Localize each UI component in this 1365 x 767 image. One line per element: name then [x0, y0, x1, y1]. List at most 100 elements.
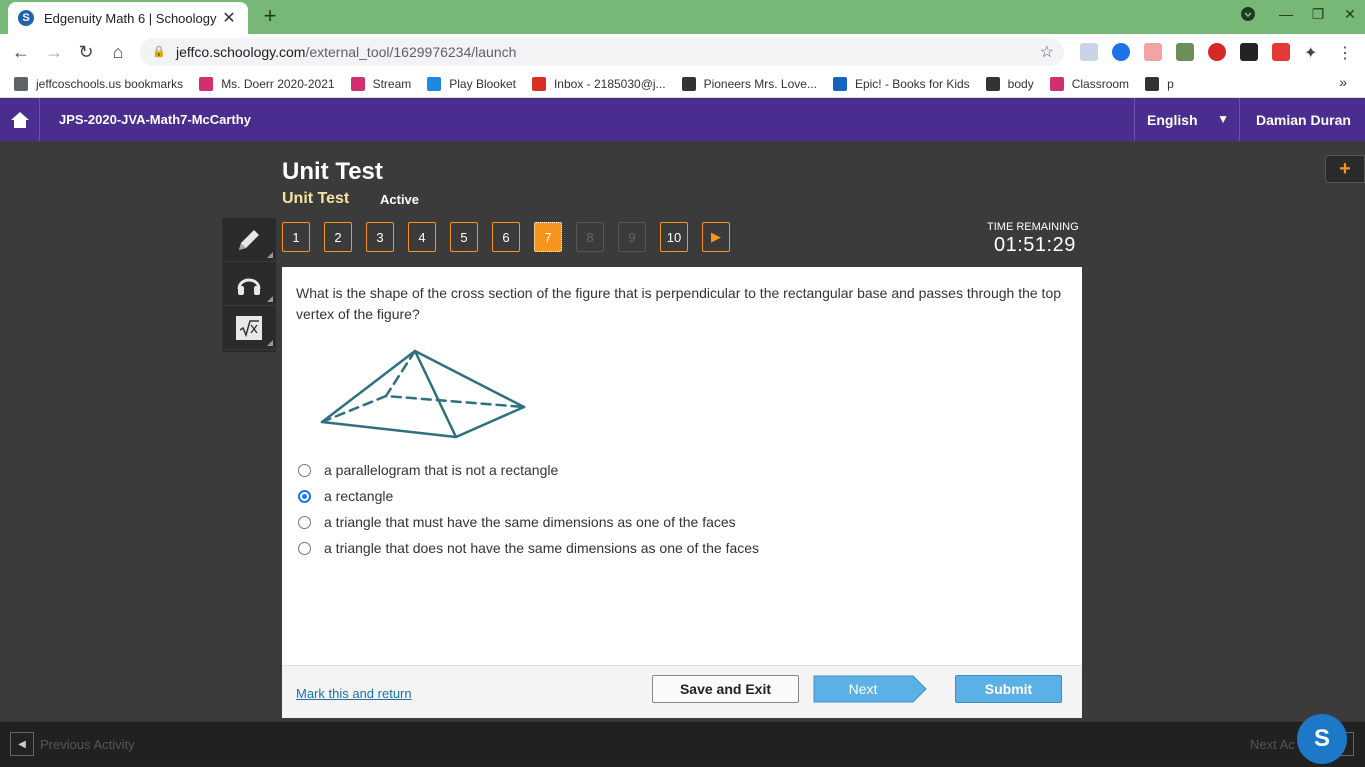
extension-reader-icon[interactable] [1080, 43, 1098, 61]
bookmark-star-icon[interactable]: ☆ [1040, 42, 1054, 62]
question-4-button[interactable]: 4 [408, 222, 436, 252]
bookmark-item[interactable]: body [985, 76, 1034, 91]
question-1-button[interactable]: 1 [282, 222, 310, 252]
close-tab-icon[interactable]: ✕ [220, 8, 238, 28]
bookmark-label: Inbox - 2185030@j... [553, 76, 666, 91]
question-10-button[interactable]: 10 [660, 222, 688, 252]
back-icon[interactable]: ← [9, 40, 33, 64]
answer-choice[interactable]: a triangle that does not have the same d… [298, 535, 759, 561]
tab-search-icon[interactable] [1238, 6, 1258, 25]
mark-and-return-link[interactable]: Mark this and return [296, 686, 412, 701]
tool-expand-corner-icon [267, 252, 273, 258]
bookmark-item[interactable]: Epic! - Books for Kids [832, 76, 970, 91]
question-5-button[interactable]: 5 [450, 222, 478, 252]
bookmark-label: Classroom [1071, 76, 1130, 91]
bookmark-item[interactable]: p [1145, 76, 1174, 91]
extensions-puzzle-icon[interactable]: ✦ [1304, 43, 1322, 62]
language-selector[interactable]: English ▼ [1134, 98, 1240, 141]
bookmark-label: body [1007, 76, 1034, 91]
extension-record-icon[interactable] [1144, 43, 1162, 61]
answer-choice[interactable]: a rectangle [298, 483, 759, 509]
bookmark-item[interactable]: Classroom [1049, 76, 1130, 91]
bookmark-item[interactable]: Play Blooket [427, 76, 516, 91]
minimize-icon[interactable]: — [1276, 6, 1296, 22]
radio-button[interactable] [298, 489, 311, 503]
bookmark-favicon-icon [531, 76, 546, 91]
schoology-badge-icon[interactable]: S [1297, 714, 1347, 764]
close-window-icon[interactable]: ✕ [1340, 6, 1360, 23]
bookmark-favicon-icon [985, 76, 1000, 91]
page-title: Unit Test [282, 158, 383, 185]
time-remaining-label: TIME REMAINING [987, 221, 1079, 233]
question-navigator: 1 2 3 4 5 6 7 8 9 10 ▶ [282, 222, 744, 252]
new-tab-button[interactable]: + [258, 4, 282, 28]
activity-navigation-bar: ◀ Previous Activity Next Ac ▶ [0, 721, 1365, 767]
bookmark-item[interactable]: Pioneers Mrs. Love... [681, 76, 817, 91]
bookmark-label: Stream [372, 76, 412, 91]
bookmark-item[interactable]: Ms. Doerr 2020-2021 [199, 76, 335, 91]
radio-button[interactable] [298, 463, 311, 477]
save-and-exit-button[interactable]: Save and Exit [652, 675, 799, 703]
previous-activity-button[interactable]: ◀ [10, 732, 34, 756]
timer: 01:51:29 [994, 234, 1076, 256]
main-area: Unit Test Unit Test Active + 1 2 3 4 5 6 7 8 9 10… [0, 141, 1365, 721]
question-7-button[interactable]: 7 [534, 222, 562, 252]
headphones-icon [237, 278, 261, 295]
bookmark-item[interactable]: jeffcoschools.us bookmarks [14, 76, 183, 91]
user-name[interactable]: Damian Duran [1256, 112, 1351, 128]
answer-choice[interactable]: a parallelogram that is not a rectangle [298, 457, 759, 483]
reload-icon[interactable]: ↻ [74, 40, 98, 64]
audio-tool[interactable] [222, 262, 276, 306]
next-question-arrow-icon[interactable]: ▶ [702, 222, 730, 252]
browser-tab[interactable]: S Edgenuity Math 6 | Schoology ✕ [8, 2, 248, 34]
restore-icon[interactable]: ❐ [1308, 6, 1328, 23]
answer-choice-label: a rectangle [324, 488, 394, 504]
bookmark-label: Epic! - Books for Kids [854, 76, 970, 91]
language-label: English [1147, 111, 1198, 128]
forward-icon[interactable]: → [42, 40, 66, 64]
bookmark-favicon-icon [832, 76, 847, 91]
question-6-button[interactable]: 6 [492, 222, 520, 252]
next-activity-label[interactable]: Next Ac [1250, 737, 1295, 752]
expand-plus-button[interactable]: + [1325, 155, 1365, 183]
browser-menu-icon[interactable]: ⋮ [1336, 43, 1354, 62]
calculator-tool[interactable] [222, 306, 276, 350]
bookmark-favicon-icon [1145, 76, 1160, 91]
submit-button[interactable]: Submit [955, 675, 1062, 703]
bookmark-label: p [1167, 76, 1174, 91]
extension-badge-icon[interactable] [1176, 43, 1194, 61]
question-2-button[interactable]: 2 [324, 222, 352, 252]
bookmark-label: Pioneers Mrs. Love... [703, 76, 817, 91]
home-browser-icon[interactable]: ⌂ [106, 40, 130, 64]
question-8-button: 8 [576, 222, 604, 252]
bookmark-item[interactable]: Stream [350, 76, 412, 91]
tools-palette [222, 218, 276, 352]
question-text: What is the shape of the cross section o… [296, 285, 1062, 322]
extension-shield-icon[interactable] [1112, 43, 1130, 61]
next-button[interactable]: Next [813, 675, 927, 703]
home-button[interactable] [0, 98, 40, 141]
browser-toolbar: ← → ↻ ⌂ 🔒 jeffco.schoology.com /external… [0, 34, 1365, 70]
browser-tabbar: S Edgenuity Math 6 | Schoology ✕ + — ❐ ✕ [0, 0, 1365, 34]
question-3-button[interactable]: 3 [366, 222, 394, 252]
status-label: Active [380, 192, 420, 207]
square-root-icon [236, 315, 262, 340]
extension-red-icon[interactable] [1272, 43, 1290, 61]
answer-choice-label: a triangle that must have the same dimen… [324, 514, 736, 530]
adblock-icon[interactable] [1208, 43, 1226, 61]
address-bar[interactable]: 🔒 jeffco.schoology.com /external_tool/16… [140, 38, 1064, 66]
radio-button[interactable] [298, 541, 311, 555]
radio-button[interactable] [298, 515, 311, 529]
previous-activity-label[interactable]: Previous Activity [40, 737, 135, 752]
course-title[interactable]: JPS-2020-JVA-Math7-McCarthy [59, 112, 251, 127]
tool-expand-corner-icon [267, 296, 273, 302]
bookmarks-overflow-icon[interactable]: » [1339, 74, 1347, 90]
bookmark-favicon-icon [681, 76, 696, 91]
question-9-button: 9 [618, 222, 646, 252]
activity-subtitle: Unit Test [282, 190, 350, 207]
bookmark-favicon-icon [1049, 76, 1064, 91]
answer-choice[interactable]: a triangle that must have the same dimen… [298, 509, 759, 535]
pencil-tool[interactable] [222, 218, 276, 262]
extension-eyes-icon[interactable] [1240, 43, 1258, 61]
bookmark-item[interactable]: Inbox - 2185030@j... [531, 76, 666, 91]
